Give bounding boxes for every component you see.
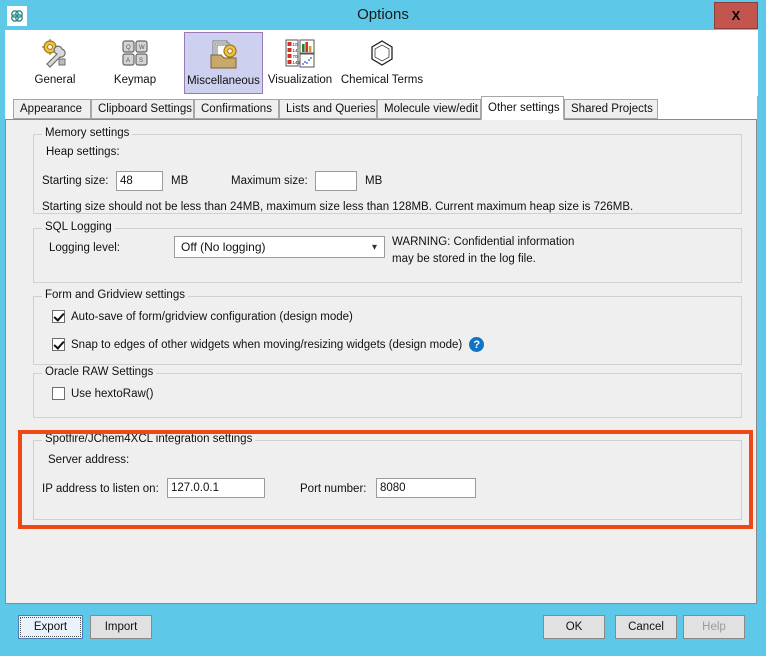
maximum-size-unit: MB — [365, 175, 382, 187]
svg-text:148: 148 — [293, 60, 301, 65]
help-circle-icon[interactable]: ? — [469, 337, 484, 352]
port-number-label: Port number: — [300, 483, 366, 495]
chevron-down-icon: ▾ — [372, 237, 377, 257]
sql-warning-line2: may be stored in the log file. — [392, 253, 536, 265]
toolbar-item-label: Miscellaneous — [187, 75, 260, 87]
maximum-size-label: Maximum size: — [231, 175, 308, 187]
toolbar-item-label: Visualization — [268, 74, 332, 86]
cancel-button[interactable]: Cancel — [615, 615, 677, 639]
toolbar-item-label: General — [35, 74, 76, 86]
tab-molecule-view-edit[interactable]: Molecule view/edit — [377, 99, 481, 119]
heap-settings-label: Heap settings: — [46, 146, 120, 158]
category-toolbar: General Q W A S Keymap — [5, 30, 758, 96]
svg-text:A: A — [126, 58, 130, 64]
folder-gear-icon — [207, 36, 241, 74]
logging-level-value: Off (No logging) — [181, 240, 266, 254]
toolbar-item-chemical-terms[interactable]: Chemical Terms — [338, 32, 426, 94]
starting-size-label: Starting size: — [42, 175, 108, 187]
autosave-label: Auto-save of form/gridview configuration… — [71, 311, 353, 323]
close-icon[interactable]: X — [714, 2, 758, 29]
svg-text:S: S — [139, 58, 143, 64]
sql-warning-line1: WARNING: Confidential information — [392, 236, 574, 248]
port-number-input[interactable] — [376, 478, 476, 498]
keyboard-keys-icon: Q W A S — [118, 35, 152, 73]
sql-logging-group: SQL Logging Logging level: Off (No loggi… — [33, 228, 742, 283]
svg-text:Q: Q — [126, 45, 131, 51]
hextoraw-checkbox-row[interactable]: Use hextoRaw() — [52, 387, 153, 400]
svg-text:70: 70 — [293, 54, 299, 59]
oracle-raw-settings-group: Oracle RAW Settings Use hextoRaw() — [33, 373, 742, 418]
tab-shared-projects[interactable]: Shared Projects — [564, 99, 658, 119]
toolbar-item-label: Chemical Terms — [341, 74, 423, 86]
export-button[interactable]: Export — [18, 615, 83, 639]
other-settings-panel: Memory settings Heap settings: Starting … — [5, 119, 757, 604]
maximum-size-input[interactable] — [315, 171, 357, 191]
gear-wrench-icon — [38, 35, 72, 73]
title-bar: Options X — [0, 0, 766, 30]
logging-level-select[interactable]: Off (No logging) ▾ — [174, 236, 385, 258]
tab-lists-and-queries[interactable]: Lists and Queries — [279, 99, 377, 119]
options-dialog: Options X General — [0, 0, 766, 656]
memory-settings-group: Memory settings Heap settings: Starting … — [33, 134, 742, 214]
hextoraw-checkbox[interactable] — [52, 387, 65, 400]
sql-logging-title: SQL Logging — [42, 221, 115, 233]
autosave-checkbox[interactable] — [52, 310, 65, 323]
toolbar-item-general[interactable]: General — [20, 32, 90, 94]
charts-icon: 1014 70148 — [283, 35, 317, 73]
tab-confirmations[interactable]: Confirmations — [194, 99, 279, 119]
toolbar-item-miscellaneous[interactable]: Miscellaneous — [184, 32, 263, 94]
ok-button[interactable]: OK — [543, 615, 605, 639]
form-gridview-settings-group: Form and Gridview settings Auto-save of … — [33, 296, 742, 365]
logging-level-label: Logging level: — [49, 242, 120, 254]
tab-other-settings[interactable]: Other settings — [481, 96, 564, 120]
memory-settings-title: Memory settings — [42, 127, 132, 139]
spotfire-integration-group: Spotfire/JChem4XCL integration settings … — [33, 440, 742, 520]
ip-address-input[interactable] — [167, 478, 265, 498]
spotfire-integration-title: Spotfire/JChem4XCL integration settings — [42, 433, 255, 445]
snap-to-edges-checkbox-row[interactable]: Snap to edges of other widgets when movi… — [52, 337, 484, 352]
toolbar-item-visualization[interactable]: 1014 70148 Visualization — [264, 32, 336, 94]
hextoraw-label: Use hextoRaw() — [71, 388, 153, 400]
benzene-ring-icon — [365, 35, 399, 73]
starting-size-unit: MB — [171, 175, 188, 187]
starting-size-input[interactable] — [116, 171, 163, 191]
autosave-checkbox-row[interactable]: Auto-save of form/gridview configuration… — [52, 310, 353, 323]
settings-tab-strip: Appearance Clipboard Settings Confirmati… — [5, 96, 757, 120]
oracle-raw-title: Oracle RAW Settings — [42, 366, 156, 378]
svg-text:10: 10 — [293, 42, 299, 47]
help-button: Help — [683, 615, 745, 639]
svg-text:W: W — [139, 45, 145, 51]
tab-appearance[interactable]: Appearance — [13, 99, 91, 119]
ip-address-label: IP address to listen on: — [42, 483, 159, 495]
svg-text:14: 14 — [293, 48, 299, 53]
window-title: Options — [0, 0, 766, 30]
toolbar-item-keymap[interactable]: Q W A S Keymap — [100, 32, 170, 94]
memory-hint-text: Starting size should not be less than 24… — [42, 201, 633, 213]
form-gridview-title: Form and Gridview settings — [42, 289, 188, 301]
tab-clipboard-settings[interactable]: Clipboard Settings — [91, 99, 194, 119]
snap-to-edges-label: Snap to edges of other widgets when movi… — [71, 339, 462, 351]
import-button[interactable]: Import — [90, 615, 152, 639]
snap-to-edges-checkbox[interactable] — [52, 338, 65, 351]
server-address-label: Server address: — [48, 454, 129, 466]
toolbar-item-label: Keymap — [114, 74, 156, 86]
